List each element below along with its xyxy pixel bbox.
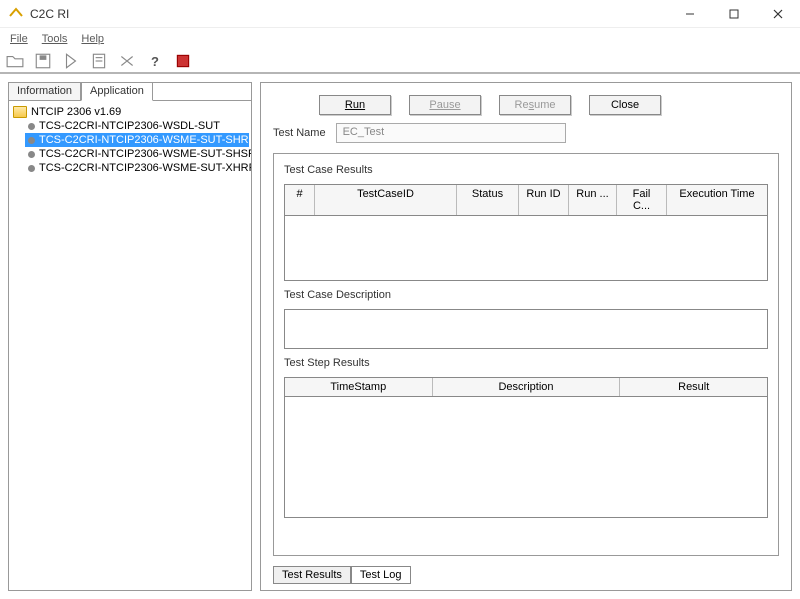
col-runid[interactable]: Run ID <box>519 185 569 215</box>
close-action-button[interactable]: Close <box>589 95 661 115</box>
minimize-button[interactable] <box>668 0 712 27</box>
col-testcaseid[interactable]: TestCaseID <box>315 185 457 215</box>
case-results-table: # TestCaseID Status Run ID Run ... Fail … <box>284 184 768 281</box>
col-status[interactable]: Status <box>457 185 519 215</box>
app-icon <box>8 6 24 22</box>
tree-root[interactable]: NTCIP 2306 v1.69 <box>11 105 249 119</box>
tree-item-1[interactable]: TCS-C2CRI-NTCIP2306-WSME-SUT-SHRR-OC <box>25 133 249 147</box>
bullet-icon <box>28 151 35 158</box>
step-results-table: TimeStamp Description Result <box>284 377 768 518</box>
col-failc[interactable]: Fail C... <box>617 185 667 215</box>
test-name-input[interactable]: EC_Test <box>336 123 566 143</box>
tool-bar: ? <box>0 50 800 74</box>
case-results-title: Test Case Results <box>284 164 768 176</box>
tree-item-label: TCS-C2CRI-NTCIP2306-WSME-SUT-XHRR-OC <box>39 162 251 174</box>
tab-test-log[interactable]: Test Log <box>351 566 411 584</box>
bottom-tabs-wrap: Test Results Test Log <box>273 562 779 584</box>
col-description[interactable]: Description <box>433 378 621 396</box>
maximize-button[interactable] <box>712 0 756 27</box>
tree-item-2[interactable]: TCS-C2CRI-NTCIP2306-WSME-SUT-SHSP-OC <box>25 147 249 161</box>
tab-test-results[interactable]: Test Results <box>273 566 351 584</box>
action-button-row: Run Pause Resume Close <box>273 91 779 123</box>
col-timestamp[interactable]: TimeStamp <box>285 378 433 396</box>
pause-button[interactable]: Pause <box>409 95 481 115</box>
main-area: Information Application NTCIP 2306 v1.69… <box>0 74 800 599</box>
case-results-header: # TestCaseID Status Run ID Run ... Fail … <box>285 185 767 216</box>
step-results-title: Test Step Results <box>284 357 768 369</box>
run-button[interactable]: Run <box>319 95 391 115</box>
settings-icon[interactable] <box>118 52 136 70</box>
col-num[interactable]: # <box>285 185 315 215</box>
tree-item-label: TCS-C2CRI-NTCIP2306-WSME-SUT-SHRR-OC <box>39 134 251 146</box>
menu-tools[interactable]: Tools <box>36 30 74 48</box>
help-icon[interactable]: ? <box>146 52 164 70</box>
tree-root-label: NTCIP 2306 v1.69 <box>31 106 121 118</box>
folder-open-icon[interactable] <box>6 52 24 70</box>
menu-file[interactable]: File <box>4 30 34 48</box>
tree-item-3[interactable]: TCS-C2CRI-NTCIP2306-WSME-SUT-XHRR-OC <box>25 161 249 175</box>
resume-button[interactable]: Resume <box>499 95 571 115</box>
tab-application[interactable]: Application <box>81 82 153 101</box>
col-run[interactable]: Run ... <box>569 185 617 215</box>
bottom-tabs: Test Results Test Log <box>273 566 411 584</box>
col-result[interactable]: Result <box>620 378 767 396</box>
step-results-header: TimeStamp Description Result <box>285 378 767 397</box>
folder-icon <box>13 106 27 118</box>
case-desc-box <box>284 309 768 349</box>
left-tabs: Information Application <box>8 82 251 101</box>
step-results-body <box>285 397 767 517</box>
results-area: Test Case Results # TestCaseID Status Ru… <box>273 153 779 556</box>
bullet-icon <box>28 165 35 172</box>
tree-item-label: TCS-C2CRI-NTCIP2306-WSME-SUT-SHSP-OC <box>39 148 251 160</box>
bullet-icon <box>28 137 35 144</box>
test-name-row: Test Name EC_Test <box>273 123 779 143</box>
tree-view: NTCIP 2306 v1.69 TCS-C2CRI-NTCIP2306-WSD… <box>9 100 251 590</box>
case-results-body <box>285 216 767 280</box>
save-icon[interactable] <box>34 52 52 70</box>
document-icon[interactable] <box>90 52 108 70</box>
window-title: C2C RI <box>30 7 69 21</box>
run-icon[interactable] <box>62 52 80 70</box>
tree-item-0[interactable]: TCS-C2CRI-NTCIP2306-WSDL-SUT <box>25 119 249 133</box>
case-desc-title: Test Case Description <box>284 289 768 301</box>
tab-information[interactable]: Information <box>8 82 81 101</box>
menu-bar: File Tools Help <box>0 28 800 50</box>
right-panel: Run Pause Resume Close Test Name EC_Test… <box>260 82 792 591</box>
col-exectime[interactable]: Execution Time <box>667 185 767 215</box>
stop-icon[interactable] <box>174 52 192 70</box>
menu-help[interactable]: Help <box>75 30 110 48</box>
bullet-icon <box>28 123 35 130</box>
left-panel: Information Application NTCIP 2306 v1.69… <box>8 82 252 591</box>
close-button[interactable] <box>756 0 800 27</box>
test-name-label: Test Name <box>273 127 326 139</box>
title-bar: C2C RI <box>0 0 800 28</box>
tree-item-label: TCS-C2CRI-NTCIP2306-WSDL-SUT <box>39 120 220 132</box>
